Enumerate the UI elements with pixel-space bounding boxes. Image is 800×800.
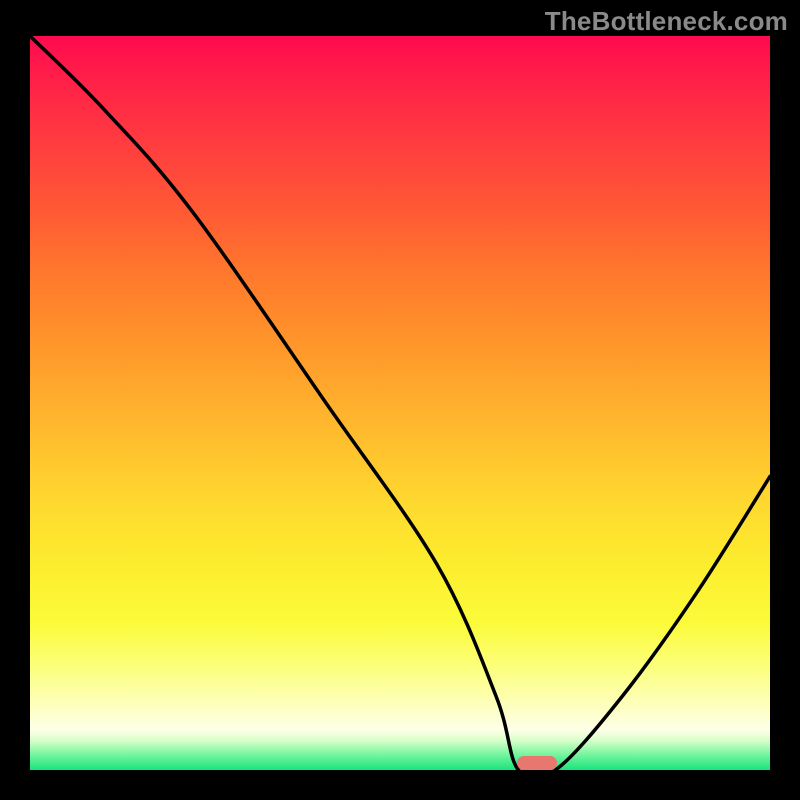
optimal-marker <box>517 756 557 770</box>
chart-frame: TheBottleneck.com <box>0 0 800 800</box>
curve-path <box>30 36 770 770</box>
plot-area <box>30 36 770 770</box>
watermark-text: TheBottleneck.com <box>545 6 788 37</box>
bottleneck-curve <box>30 36 770 770</box>
